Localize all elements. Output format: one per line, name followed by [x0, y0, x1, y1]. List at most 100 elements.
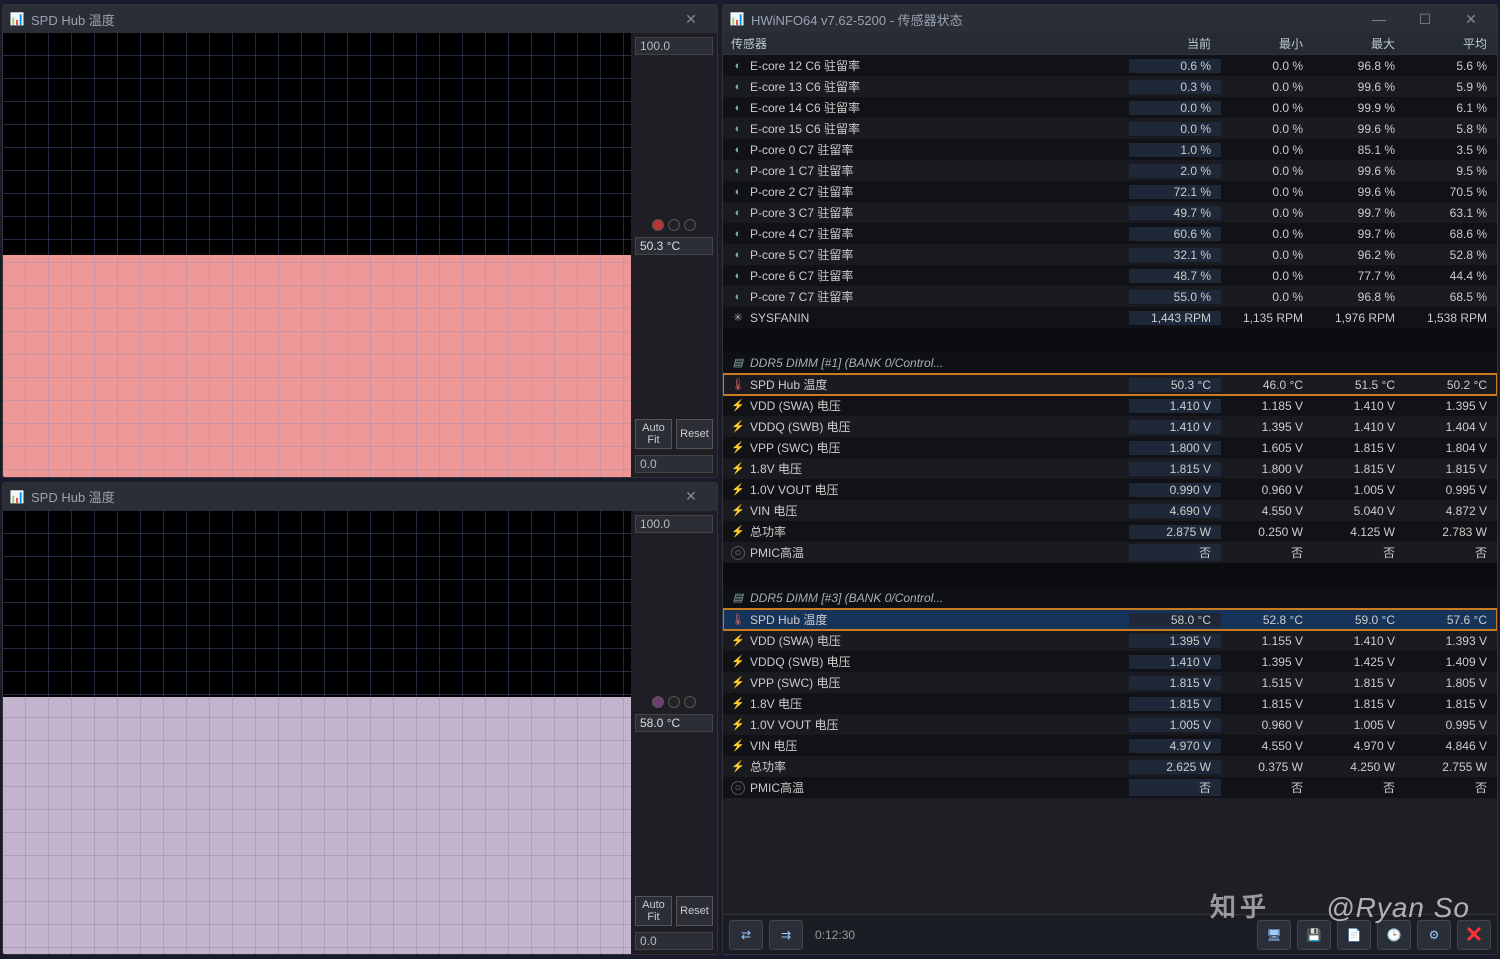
sensor-row[interactable]: ◐P-core 7 C7 驻留率 55.0 % 0.0 % 96.8 % 68.…: [723, 286, 1497, 307]
val-avg: 2.783 W: [1405, 525, 1497, 539]
val-avg: 0.995 V: [1405, 718, 1497, 732]
val-min: 0.960 V: [1221, 483, 1313, 497]
legend-dot-icon[interactable]: [684, 219, 696, 231]
col-sensor[interactable]: 传感器: [723, 35, 1129, 52]
sensor-name: VDDQ (SWB) 电压: [750, 653, 851, 670]
sensor-row[interactable]: ◐P-core 5 C7 驻留率 32.1 % 0.0 % 96.2 % 52.…: [723, 244, 1497, 265]
sensor-row[interactable]: ◐E-core 14 C6 驻留率 0.0 % 0.0 % 99.9 % 6.1…: [723, 97, 1497, 118]
sensor-row[interactable]: ⚡总功率 2.875 W 0.250 W 4.125 W 2.783 W: [723, 521, 1497, 542]
app-icon: 📊: [9, 11, 25, 27]
val-max: 99.6 %: [1313, 122, 1405, 136]
sensor-row[interactable]: ⚡VDDQ (SWB) 电压 1.410 V 1.395 V 1.425 V 1…: [723, 651, 1497, 672]
val-current: 2.625 W: [1129, 760, 1221, 774]
val-min: 0.960 V: [1221, 718, 1313, 732]
minimize-button[interactable]: —: [1359, 11, 1399, 27]
titlebar[interactable]: 📊 SPD Hub 温度 ✕: [3, 483, 717, 511]
legend-dot-icon[interactable]: [668, 696, 680, 708]
sensor-row[interactable]: 🌡SPD Hub 温度 58.0 °C 52.8 °C 59.0 °C 57.6…: [723, 609, 1497, 630]
val-max: 85.1 %: [1313, 143, 1405, 157]
sensor-row[interactable]: ⚡VPP (SWC) 电压 1.800 V 1.605 V 1.815 V 1.…: [723, 437, 1497, 458]
sensor-row[interactable]: ◐E-core 15 C6 驻留率 0.0 % 0.0 % 99.6 % 5.8…: [723, 118, 1497, 139]
sensor-name: 1.8V 电压: [750, 460, 802, 477]
sensor-row[interactable]: ◐P-core 4 C7 驻留率 60.6 % 0.0 % 99.7 % 68.…: [723, 223, 1497, 244]
collapse-button[interactable]: ⇉: [769, 920, 803, 950]
val-max: 99.6 %: [1313, 185, 1405, 199]
maximize-button[interactable]: ☐: [1405, 11, 1445, 28]
val-current: 60.6 %: [1129, 227, 1221, 241]
sensor-name: P-core 3 C7 驻留率: [750, 204, 853, 221]
val-avg: 1.815 V: [1405, 697, 1497, 711]
sensor-row[interactable]: ◐P-core 0 C7 驻留率 1.0 % 0.0 % 85.1 % 3.5 …: [723, 139, 1497, 160]
val-max: 1.815 V: [1313, 676, 1405, 690]
scale-max: 100.0: [635, 37, 713, 55]
val-current: 0.990 V: [1129, 483, 1221, 497]
close-toolbar-button[interactable]: ✕: [1457, 920, 1491, 950]
log-button[interactable]: 📄: [1337, 920, 1371, 950]
sensor-row[interactable]: ⚡VPP (SWC) 电压 1.815 V 1.515 V 1.815 V 1.…: [723, 672, 1497, 693]
reset-button[interactable]: Reset: [676, 419, 713, 449]
sensor-row[interactable]: ○PMIC高温 否 否 否 否: [723, 777, 1497, 798]
val-avg: 68.5 %: [1405, 290, 1497, 304]
close-button[interactable]: ✕: [1451, 11, 1491, 28]
val-avg: 5.9 %: [1405, 80, 1497, 94]
expand-button[interactable]: ⇄: [729, 920, 763, 950]
sensor-name: E-core 14 C6 驻留率: [750, 99, 860, 116]
clock-button[interactable]: 🕒: [1377, 920, 1411, 950]
sensor-name: P-core 2 C7 驻留率: [750, 183, 853, 200]
sensor-row[interactable]: ⚡VDD (SWA) 电压 1.410 V 1.185 V 1.410 V 1.…: [723, 395, 1497, 416]
val-avg: 1.404 V: [1405, 420, 1497, 434]
sensor-row[interactable]: ◐P-core 3 C7 驻留率 49.7 % 0.0 % 99.7 % 63.…: [723, 202, 1497, 223]
legend-dot-icon[interactable]: [684, 696, 696, 708]
sensor-rows[interactable]: ◐E-core 12 C6 驻留率 0.6 % 0.0 % 96.8 % 5.6…: [723, 55, 1497, 914]
col-max[interactable]: 最大: [1313, 35, 1405, 52]
val-avg: 1.393 V: [1405, 634, 1497, 648]
legend-dot-active-icon[interactable]: [652, 696, 664, 708]
settings-button[interactable]: ⚙: [1417, 920, 1451, 950]
sensor-row[interactable]: ⚡VDD (SWA) 电压 1.395 V 1.155 V 1.410 V 1.…: [723, 630, 1497, 651]
sensor-row[interactable]: ⚡VIN 电压 4.970 V 4.550 V 4.970 V 4.846 V: [723, 735, 1497, 756]
graph-canvas[interactable]: [3, 33, 631, 477]
reset-button[interactable]: Reset: [676, 896, 713, 926]
table-header[interactable]: 传感器 当前 最小 最大 平均: [723, 33, 1497, 55]
legend-dot-active-icon[interactable]: [652, 219, 664, 231]
autofit-button[interactable]: Auto Fit: [635, 419, 672, 449]
sensor-row[interactable]: ◐E-core 13 C6 驻留率 0.3 % 0.0 % 99.6 % 5.9…: [723, 76, 1497, 97]
col-current[interactable]: 当前: [1129, 35, 1221, 52]
col-avg[interactable]: 平均: [1405, 35, 1497, 52]
legend-dot-icon[interactable]: [668, 219, 680, 231]
titlebar[interactable]: 📊 SPD Hub 温度 ✕: [3, 5, 717, 33]
screens-button[interactable]: 🖥: [1257, 920, 1291, 950]
val-avg: 3.5 %: [1405, 143, 1497, 157]
titlebar[interactable]: 📊 HWiNFO64 v7.62-5200 - 传感器状态 — ☐ ✕: [723, 5, 1497, 33]
col-min[interactable]: 最小: [1221, 35, 1313, 52]
sensor-row[interactable]: ○PMIC高温 否 否 否 否: [723, 542, 1497, 563]
val-max: 1.425 V: [1313, 655, 1405, 669]
sensor-row[interactable]: ✳SYSFANIN 1,443 RPM 1,135 RPM 1,976 RPM …: [723, 307, 1497, 328]
graph-canvas[interactable]: [3, 511, 631, 955]
val-min: 1.395 V: [1221, 420, 1313, 434]
autofit-button[interactable]: Auto Fit: [635, 896, 672, 926]
sensor-row[interactable]: ⚡1.8V 电压 1.815 V 1.815 V 1.815 V 1.815 V: [723, 693, 1497, 714]
val-current: 0.0 %: [1129, 101, 1221, 115]
sensor-row[interactable]: ◐P-core 6 C7 驻留率 48.7 % 0.0 % 77.7 % 44.…: [723, 265, 1497, 286]
section-row[interactable]: ▤DDR5 DIMM [#1] (BANK 0/Control...: [723, 351, 1497, 374]
sensor-row[interactable]: ⚡1.0V VOUT 电压 0.990 V 0.960 V 1.005 V 0.…: [723, 479, 1497, 500]
sensor-row[interactable]: ◐E-core 12 C6 驻留率 0.6 % 0.0 % 96.8 % 5.6…: [723, 55, 1497, 76]
val-min: 0.250 W: [1221, 525, 1313, 539]
sensor-row[interactable]: ⚡总功率 2.625 W 0.375 W 4.250 W 2.755 W: [723, 756, 1497, 777]
section-row[interactable]: ▤DDR5 DIMM [#3] (BANK 0/Control...: [723, 586, 1497, 609]
sensor-row[interactable]: ⚡VDDQ (SWB) 电压 1.410 V 1.395 V 1.410 V 1…: [723, 416, 1497, 437]
sensor-row[interactable]: ⚡VIN 电压 4.690 V 4.550 V 5.040 V 4.872 V: [723, 500, 1497, 521]
sensor-row[interactable]: ⚡1.8V 电压 1.815 V 1.800 V 1.815 V 1.815 V: [723, 458, 1497, 479]
sensor-row[interactable]: ◐P-core 1 C7 驻留率 2.0 % 0.0 % 99.6 % 9.5 …: [723, 160, 1497, 181]
sensor-row[interactable]: ◐P-core 2 C7 驻留率 72.1 % 0.0 % 99.6 % 70.…: [723, 181, 1497, 202]
val-current: 1.410 V: [1129, 420, 1221, 434]
val-avg: 1,538 RPM: [1405, 311, 1497, 325]
close-button[interactable]: ✕: [671, 11, 711, 28]
sensor-name: 1.0V VOUT 电压: [750, 716, 838, 733]
sensor-row[interactable]: 🌡SPD Hub 温度 50.3 °C 46.0 °C 51.5 °C 50.2…: [723, 374, 1497, 395]
save-button[interactable]: 💾: [1297, 920, 1331, 950]
close-button[interactable]: ✕: [671, 488, 711, 505]
sensor-row[interactable]: ⚡1.0V VOUT 电压 1.005 V 0.960 V 1.005 V 0.…: [723, 714, 1497, 735]
bolt-icon: ⚡: [731, 718, 745, 732]
